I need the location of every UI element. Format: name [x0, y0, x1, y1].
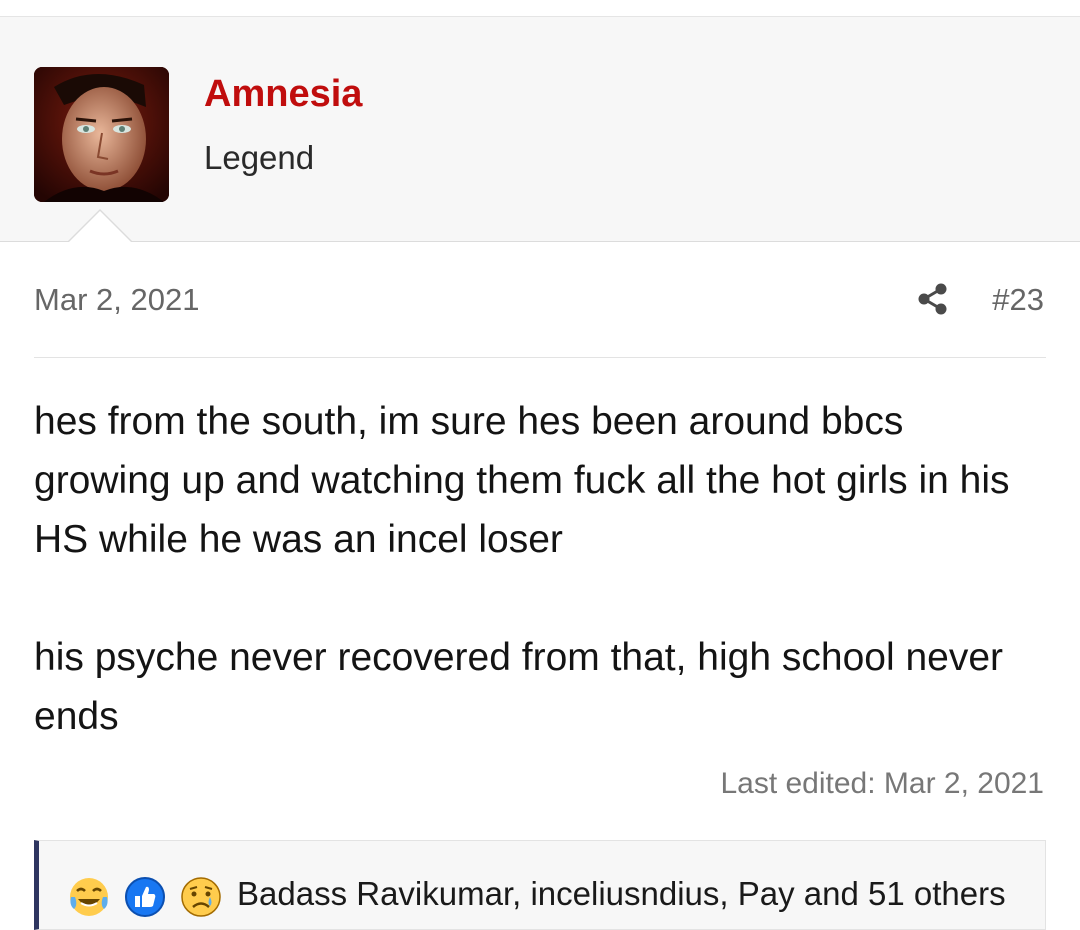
post-date-link[interactable]: Mar 2, 2021 [34, 282, 199, 318]
reactions-summary-link[interactable]: Badass Ravikumar, inceliusndius, Pay and… [237, 875, 1006, 913]
post-body: hes from the south, im sure hes been aro… [34, 392, 1046, 746]
last-edited-note: Last edited: Mar 2, 2021 [720, 767, 1044, 800]
header-caret [67, 209, 133, 243]
user-title: Legend [204, 139, 315, 176]
post-header-divider [34, 357, 1046, 358]
post-paragraph: hes from the south, im sure hes been aro… [34, 400, 1010, 561]
username-link[interactable]: Amnesia [204, 73, 362, 116]
share-icon[interactable] [916, 282, 950, 316]
post-user-header: Amnesia Legend [0, 17, 1080, 242]
reactions-bar[interactable]: Badass Ravikumar, inceliusndius, Pay and… [34, 840, 1046, 930]
user-avatar[interactable] [34, 67, 169, 202]
sad-icon[interactable] [179, 875, 223, 919]
post-paragraph: his psyche never recovered from that, hi… [34, 636, 1004, 738]
thumbs-up-icon[interactable] [123, 875, 167, 919]
laughing-crying-icon[interactable] [67, 875, 111, 919]
avatar-image [34, 67, 169, 202]
post-number-link[interactable]: #23 [992, 282, 1044, 318]
